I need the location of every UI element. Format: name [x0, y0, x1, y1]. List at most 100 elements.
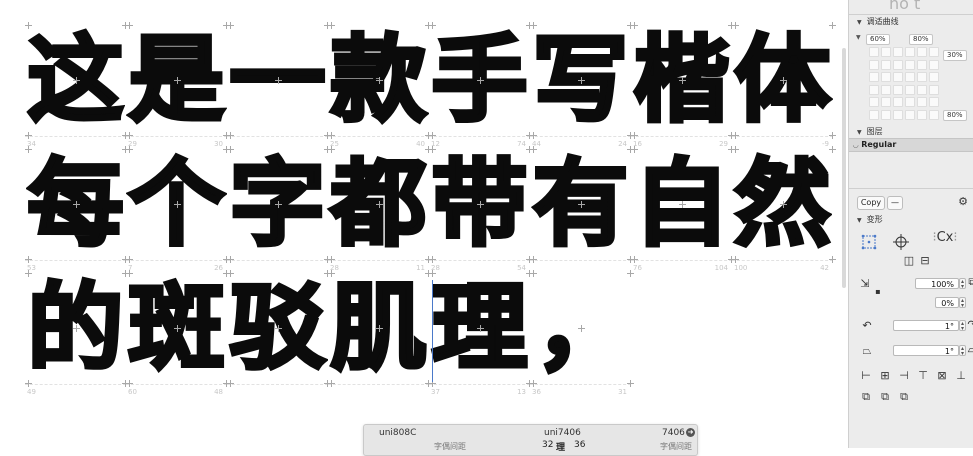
rotate-left-icon[interactable]: ↶: [861, 320, 873, 332]
curve-value-2[interactable]: 80%: [909, 34, 933, 45]
slant-left-icon[interactable]: ⏢: [861, 345, 873, 357]
glyph-cell[interactable]: 驳: [227, 270, 331, 397]
curve-value-1[interactable]: 60%: [866, 34, 890, 45]
scale-icon[interactable]: ⇲: [859, 278, 871, 290]
slant-right-icon[interactable]: ▱: [967, 344, 973, 356]
curve-grid-cell[interactable]: [893, 47, 903, 57]
glyph-cell[interactable]: 的 49: [25, 270, 129, 397]
glyph-cell[interactable]: 肌: [328, 270, 432, 397]
curve-grid-cell[interactable]: [869, 84, 879, 95]
curve-grid-cell[interactable]: [893, 84, 903, 95]
disclosure-triangle-icon[interactable]: ▼: [857, 17, 862, 29]
glyph-cell[interactable]: 自 76 104: [631, 146, 735, 273]
path-operation-icon[interactable]: ⧉: [878, 391, 892, 403]
scale-field[interactable]: 100%: [915, 278, 959, 289]
glyph-cell[interactable]: 理 37 13: [429, 270, 533, 397]
scale-stepper[interactable]: ▴ ▾: [959, 278, 966, 290]
curve-grid-cell[interactable]: [893, 97, 903, 107]
curve-grid-cell[interactable]: [929, 47, 939, 57]
curve-grid-cell[interactable]: [893, 59, 903, 70]
path-operation-icon[interactable]: ⧉: [897, 391, 911, 403]
go-arrow-icon[interactable]: ➜: [686, 428, 695, 437]
glyph-cell[interactable]: 个 7 26: [126, 146, 230, 273]
curve-grid-cell[interactable]: [917, 72, 927, 82]
disclosure-triangle-icon[interactable]: ▼: [856, 34, 861, 41]
flip-vertical-icon[interactable]: ⊟: [919, 255, 931, 267]
gear-icon[interactable]: ⚙: [957, 196, 969, 208]
slant-stepper[interactable]: ▴ ▾: [959, 345, 966, 357]
canvas-scrollbar[interactable]: [842, 48, 846, 288]
path-operation-icon[interactable]: ⧉: [859, 391, 873, 403]
glyph-cell[interactable]: 一: [227, 22, 331, 149]
glyph-cell[interactable]: 都 28 11: [328, 146, 432, 273]
glyph-cell[interactable]: 带 28 54: [429, 146, 533, 273]
curve-grid-cell[interactable]: [905, 84, 915, 95]
curve-grid-cell[interactable]: [881, 59, 891, 70]
glyph-cell[interactable]: ， 36 31: [530, 270, 634, 397]
right-metric[interactable]: 36: [574, 440, 585, 450]
transform-origin-grid-icon[interactable]: [861, 234, 877, 250]
curve-grid-cell[interactable]: [905, 59, 915, 70]
glyph-cell[interactable]: 有: [530, 146, 634, 273]
curve-grid-cell[interactable]: [893, 72, 903, 82]
curve-grid-cell[interactable]: [917, 109, 927, 120]
curve-grid-cell[interactable]: [929, 97, 939, 107]
glyph-cell[interactable]: 斑 60 48: [126, 270, 230, 397]
glyph-cell[interactable]: 写 44 24: [530, 22, 634, 149]
curve-grid-cell[interactable]: [917, 59, 927, 70]
curve-grid-cell[interactable]: [905, 109, 915, 120]
rotate-right-icon[interactable]: ↷: [967, 319, 973, 331]
glyph-cell[interactable]: 体 -9: [732, 22, 836, 149]
glyph-cell[interactable]: 款 25 40: [328, 22, 432, 149]
layers-section-header[interactable]: ▼ 图层: [849, 126, 973, 138]
curve-grid-cell[interactable]: [881, 109, 891, 120]
curve-grid-cell[interactable]: [905, 97, 915, 107]
curve-grid-cell[interactable]: [881, 84, 891, 95]
glyph-cell[interactable]: 楷 16 29: [631, 22, 735, 149]
curve-grid-cell[interactable]: [881, 47, 891, 57]
align-icon[interactable]: ⊥: [954, 370, 968, 382]
align-icon[interactable]: ⊠: [935, 370, 949, 382]
curve-grid-cell[interactable]: [929, 109, 939, 120]
remove-layer-button[interactable]: —: [887, 196, 903, 210]
glyph-canvas[interactable]: 这 34 是 29 30 一款 25 40 手 12 74 写 44 24 楷 16 29 体 -9 每 53 个 7 26 字…: [0, 0, 848, 448]
curve-grid-cell[interactable]: [881, 97, 891, 107]
curve-section-header[interactable]: ▼ 调适曲线: [849, 16, 973, 28]
slant-field[interactable]: 1°: [893, 345, 959, 356]
curve-grid-cell[interactable]: [917, 84, 927, 95]
curve-grid-cell[interactable]: [881, 72, 891, 82]
curve-value-4[interactable]: 80%: [943, 110, 967, 121]
curve-grid-cell[interactable]: [929, 84, 939, 95]
scale-lock-icon[interactable]: ▪: [873, 286, 883, 298]
curve-grid-cell[interactable]: [869, 59, 879, 70]
layer-row-regular[interactable]: ◡ Regular: [849, 138, 973, 152]
center-x-button[interactable]: ⁝Cx⁝: [925, 231, 965, 248]
scale-up-icon[interactable]: ⧉: [967, 277, 973, 289]
glyph-cell[interactable]: 字: [227, 146, 331, 273]
curve-grid-cell[interactable]: [869, 47, 879, 57]
glyph-cell[interactable]: 每 53: [25, 146, 129, 273]
offset-field[interactable]: 0%: [935, 297, 959, 308]
curve-grid-cell[interactable]: [917, 47, 927, 57]
copy-button[interactable]: Copy: [857, 196, 885, 210]
curve-grid-cell[interactable]: [869, 109, 879, 120]
curve-grid-cell[interactable]: [905, 47, 915, 57]
align-icon[interactable]: ⊞: [878, 370, 892, 382]
curve-grid-cell[interactable]: [893, 109, 903, 120]
flip-horizontal-icon[interactable]: ◫: [903, 255, 915, 267]
curve-grid-cell[interactable]: [929, 72, 939, 82]
crosshair-icon[interactable]: [893, 234, 909, 250]
layer-eye-icon[interactable]: ◡: [853, 141, 858, 149]
glyph-cell[interactable]: 这 34: [25, 22, 129, 149]
align-icon[interactable]: ⊣: [897, 370, 911, 382]
left-metric[interactable]: 32: [542, 440, 553, 450]
align-icon[interactable]: ⊢: [859, 370, 873, 382]
curve-grid[interactable]: [869, 47, 939, 120]
glyph-cell[interactable]: 是 29 30: [126, 22, 230, 149]
glyph-cell[interactable]: 手 12 74: [429, 22, 533, 149]
glyph-cell[interactable]: 然 100 42: [732, 146, 836, 273]
curve-grid-cell[interactable]: [917, 97, 927, 107]
curve-grid-cell[interactable]: [929, 59, 939, 70]
align-icon[interactable]: ⊤: [916, 370, 930, 382]
rotate-stepper[interactable]: ▴ ▾: [959, 320, 966, 332]
